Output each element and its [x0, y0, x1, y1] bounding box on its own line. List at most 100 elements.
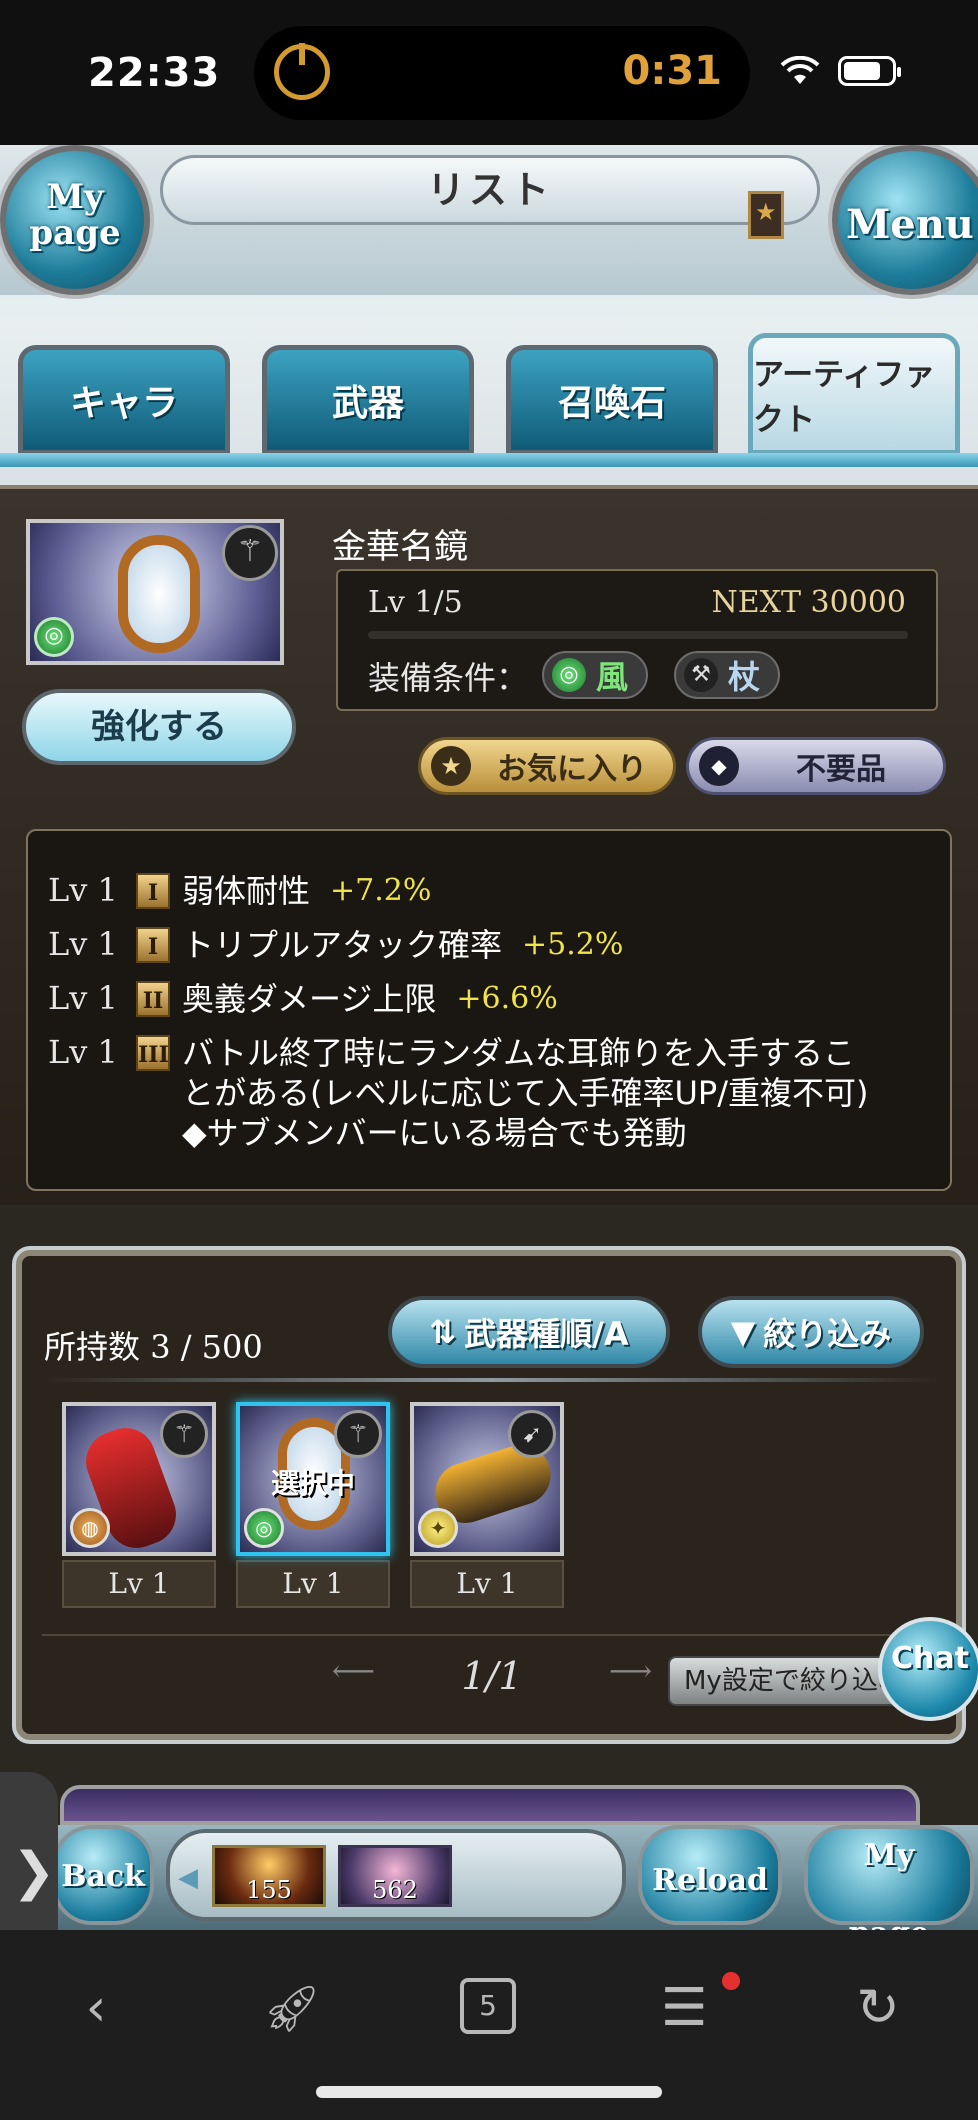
skill-value: +7.2% — [330, 873, 432, 908]
wind-icon: ◎ — [552, 658, 586, 692]
junk-button[interactable]: ◆ 不要品 — [686, 737, 946, 795]
home-indicator — [316, 2086, 662, 2098]
artifact-image: ⚚ ◎ — [26, 519, 284, 665]
favorite-button[interactable]: ★ お気に入り — [418, 737, 676, 795]
dynamic-island: 0:31 — [254, 26, 750, 120]
mypage-button[interactable]: My page — [0, 145, 150, 295]
wifi-icon — [780, 56, 820, 84]
reload-icon[interactable]: ↻ — [848, 1978, 908, 2038]
item-tray: ◀ 155 562 — [166, 1829, 626, 1921]
equip-weapon-text: 杖 — [728, 658, 761, 696]
artifact-thumbnail: ⚚ ◍ — [62, 1402, 216, 1557]
artifact-thumbnail: 選択中 ⚚ ◎ — [236, 1402, 390, 1556]
tab-label: キャラ — [69, 383, 178, 424]
skill-rank-icon: I — [136, 927, 170, 963]
enhance-button[interactable]: 強化する — [22, 689, 296, 765]
light-element-icon: ✦ — [418, 1508, 458, 1548]
mypage-bottom-button[interactable]: Mypage — [804, 1825, 974, 1930]
equip-condition-label: 装備条件： — [368, 659, 529, 697]
mirror-icon — [118, 535, 200, 653]
divider — [42, 1634, 942, 1636]
browser-toolbar: ‹ 🚀︎ 5 ☰ ↻ — [0, 1930, 978, 2120]
exp-bar — [368, 631, 908, 639]
tray-item-crystal[interactable]: 155 — [212, 1845, 326, 1907]
artifact-level: Lv 1/5 — [368, 585, 463, 620]
title-plate: リスト — [160, 155, 820, 225]
skill-level: Lv 1 — [48, 979, 118, 1017]
tab-summon[interactable]: 召喚石 — [506, 345, 718, 455]
chat-label: Chat — [891, 1641, 969, 1676]
filter-button[interactable]: ▼ 絞り込み — [698, 1296, 924, 1368]
mypage-label: My page — [29, 177, 121, 253]
tray-item-ticket[interactable]: 562 — [338, 1845, 452, 1907]
back-icon[interactable]: ‹ — [66, 1978, 126, 2038]
dice-icon: ◆ — [699, 746, 739, 786]
junk-label: 不要品 — [796, 752, 886, 787]
enhance-label: 強化する — [91, 707, 227, 747]
back-label: Back — [61, 1859, 145, 1894]
bow-icon: ➹ — [508, 1410, 556, 1458]
skill-list: Lv 1 I 弱体耐性 +7.2% Lv 1 I トリプルアタック確率 +5.2… — [26, 829, 952, 1191]
skill-rank-icon: III — [136, 1035, 170, 1071]
skill-level: Lv 1 — [48, 871, 118, 909]
filter-icon: ▼ — [730, 1313, 756, 1351]
earth-element-icon: ◍ — [70, 1508, 110, 1548]
rocket-icon[interactable]: 🚀︎ — [262, 1978, 322, 2038]
equip-element-pill: ◎ 風 — [542, 651, 649, 699]
page-title: リスト — [426, 168, 553, 212]
artifact-item-selected[interactable]: 選択中 ⚚ ◎ Lv 1 — [236, 1402, 390, 1608]
tray-count: 562 — [372, 1876, 418, 1904]
mypage-bottom-label: Mypage — [849, 1838, 929, 1931]
sort-button[interactable]: ⇅ 武器種順/A — [388, 1296, 670, 1368]
tab-underline — [0, 453, 978, 467]
wind-element-icon: ◎ — [34, 617, 74, 657]
skill-row: Lv 1 I トリプルアタック確率 +5.2% — [48, 925, 930, 965]
menu-label: Menu — [846, 201, 974, 248]
tray-left-arrow-icon[interactable]: ◀ — [178, 1863, 198, 1893]
back-button[interactable]: Back — [52, 1825, 154, 1925]
notification-dot — [722, 1972, 740, 1990]
timer-icon — [274, 43, 330, 100]
menu-button[interactable]: Menu — [832, 145, 978, 295]
artifact-thumbnail: ➹ ✦ — [410, 1402, 564, 1556]
menu-icon[interactable]: ☰ — [654, 1978, 714, 2038]
tab-artifact[interactable]: アーティファクト — [748, 333, 960, 455]
reload-label: Reload — [652, 1863, 768, 1898]
category-tabs: キャラ 武器 召喚石 アーティファクト — [0, 315, 978, 467]
skill-row: Lv 1 I 弱体耐性 +7.2% — [48, 871, 930, 911]
pagination: 1/1 — [322, 1654, 662, 1698]
artifact-grid: ⚚ ◍ Lv 1 選択中 ⚚ ◎ Lv 1 ➹ ✦ Lv 1 — [62, 1402, 662, 1612]
skill-name: トリプルアタック確率 — [182, 926, 503, 964]
filter-label: 絞り込み — [763, 1315, 892, 1353]
skill-name: 弱体耐性 — [182, 872, 311, 910]
artifact-item[interactable]: ⚚ ◍ Lv 1 — [62, 1402, 216, 1608]
equip-element-text: 風 — [596, 658, 629, 696]
next-exp: NEXT 30000 — [711, 585, 907, 620]
staff-icon: ⚚ — [222, 525, 278, 581]
skill-level: Lv 1 — [48, 925, 118, 963]
selected-label: 選択中 — [270, 1467, 355, 1500]
tab-chara[interactable]: キャラ — [18, 345, 230, 455]
battery-icon — [838, 56, 901, 86]
tab-label: 武器 — [331, 383, 404, 424]
sort-label: 武器種順/A — [464, 1315, 629, 1353]
reload-button[interactable]: Reload — [638, 1825, 782, 1925]
tabs-button[interactable]: 5 — [460, 1978, 516, 2034]
sort-icon: ⇅ — [429, 1313, 457, 1351]
skill-level: Lv 1 — [48, 1033, 118, 1071]
rank-badge-icon[interactable] — [748, 191, 784, 239]
timer-text: 0:31 — [622, 48, 723, 94]
chat-button[interactable]: Chat — [878, 1617, 978, 1721]
tray-count: 155 — [246, 1876, 292, 1904]
staff-icon: ⚚ — [160, 1410, 208, 1458]
skill-value: +5.2% — [522, 927, 624, 962]
skill-row: Lv 1 II 奥義ダメージ上限 +6.6% — [48, 979, 930, 1019]
staff-icon: ⚒ — [684, 658, 718, 692]
banner-strip — [60, 1785, 920, 1825]
equip-weapon-pill: ⚒ 杖 — [674, 651, 781, 699]
artifact-name: 金華名鏡 — [332, 527, 468, 567]
artifact-item[interactable]: ➹ ✦ Lv 1 — [410, 1402, 564, 1608]
skill-description: バトル終了時にランダムな耳飾りを入手することがある(レベルに応じて入手確率UP/… — [182, 1034, 901, 1152]
tab-weapon[interactable]: 武器 — [262, 345, 474, 455]
game-area: リスト Mypage Menu キャラ 武器 召喚石 アーティファクト ⚚ ◎ … — [0, 145, 978, 1930]
